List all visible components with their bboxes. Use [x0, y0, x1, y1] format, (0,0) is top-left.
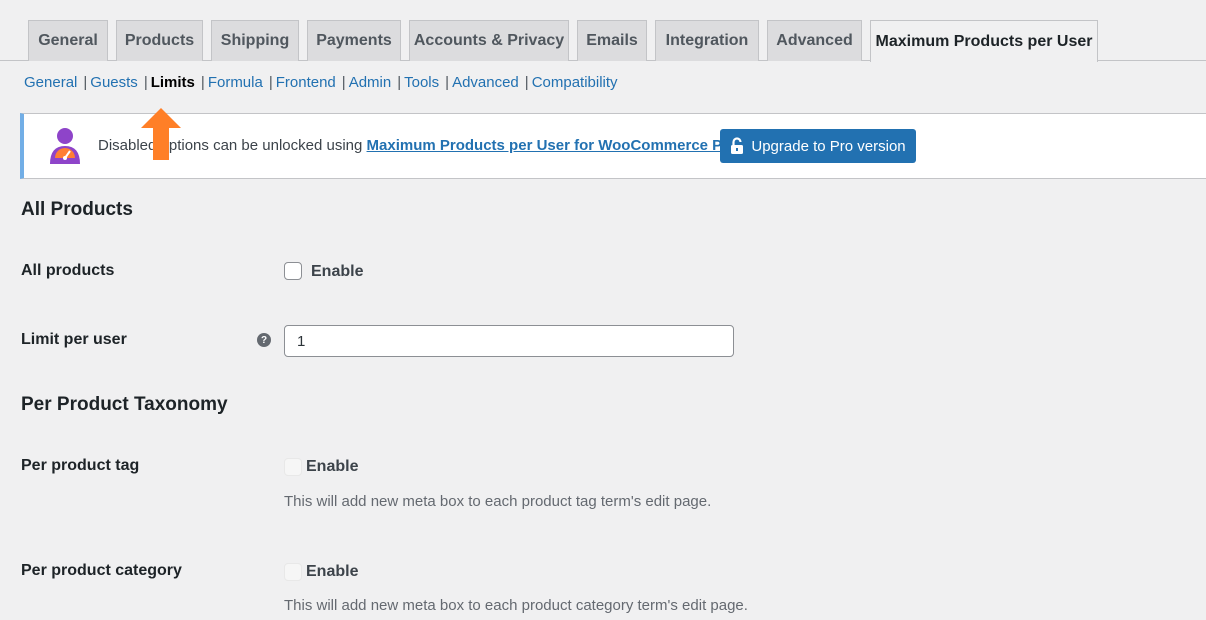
per-product-category-enable-label: Enable	[306, 563, 359, 580]
tab-accounts-privacy[interactable]: Accounts & Privacy	[409, 20, 569, 61]
plugin-mascot-icon	[50, 128, 80, 164]
help-icon[interactable]: ?	[257, 333, 271, 347]
limit-per-user-input[interactable]	[284, 325, 734, 357]
upgrade-to-pro-button[interactable]: Upgrade to Pro version	[720, 129, 916, 163]
all-products-enable-label: Enable	[311, 263, 364, 280]
all-products-label: All products	[21, 262, 115, 279]
subnav-limits[interactable]: Limits	[151, 74, 195, 91]
notice-message: Disabled options can be unlocked using M…	[98, 137, 737, 154]
subnav-separator: |	[268, 73, 273, 91]
per-product-category-checkbox	[284, 563, 302, 581]
per-product-taxonomy-heading: Per Product Taxonomy	[21, 394, 228, 415]
per-product-tag-label: Per product tag	[21, 457, 140, 474]
subnav-tools[interactable]: Tools	[404, 74, 439, 91]
subnav-separator: |	[397, 73, 402, 91]
all-products-heading: All Products	[21, 199, 133, 220]
subnav-general[interactable]: General	[24, 74, 77, 91]
settings-tabs: General Products Shipping Payments Accou…	[0, 20, 1206, 62]
tab-integration[interactable]: Integration	[655, 20, 759, 61]
section-subnav: General | Guests | Limits | Formula | Fr…	[24, 72, 618, 92]
per-product-tag-checkbox	[284, 458, 302, 476]
subnav-advanced[interactable]: Advanced	[452, 74, 519, 91]
notice-text: Disabled options can be unlocked using	[98, 137, 363, 154]
all-products-enable-checkbox[interactable]	[284, 262, 302, 280]
limit-per-user-label: Limit per user	[21, 331, 127, 348]
subnav-separator: |	[341, 73, 346, 91]
tab-maximum-products-per-user[interactable]: Maximum Products per User	[870, 20, 1098, 62]
tab-general[interactable]: General	[28, 20, 108, 61]
subnav-frontend[interactable]: Frontend	[276, 74, 336, 91]
per-product-category-description: This will add new meta box to each produ…	[284, 597, 748, 614]
highlight-arrow-icon	[141, 108, 181, 160]
tab-advanced[interactable]: Advanced	[767, 20, 862, 61]
tab-emails[interactable]: Emails	[577, 20, 647, 61]
subnav-separator: |	[524, 73, 529, 91]
upgrade-button-label: Upgrade to Pro version	[751, 137, 906, 155]
subnav-separator: |	[445, 73, 450, 91]
pro-plugin-link[interactable]: Maximum Products per User for WooCommerc…	[367, 137, 738, 154]
tab-products[interactable]: Products	[116, 20, 203, 61]
subnav-compatibility[interactable]: Compatibility	[532, 74, 618, 91]
subnav-admin[interactable]: Admin	[349, 74, 392, 91]
subnav-separator: |	[200, 73, 205, 91]
subnav-separator: |	[143, 73, 148, 91]
subnav-guests[interactable]: Guests	[90, 74, 138, 91]
tab-payments[interactable]: Payments	[307, 20, 401, 61]
per-product-tag-description: This will add new meta box to each produ…	[284, 493, 712, 510]
tab-shipping[interactable]: Shipping	[211, 20, 299, 61]
unlock-icon	[731, 137, 744, 154]
subnav-separator: |	[83, 73, 88, 91]
per-product-category-label: Per product category	[21, 562, 182, 579]
pro-upgrade-notice: Disabled options can be unlocked using M…	[20, 113, 1206, 179]
subnav-formula[interactable]: Formula	[208, 74, 263, 91]
per-product-tag-enable-label: Enable	[306, 458, 359, 475]
